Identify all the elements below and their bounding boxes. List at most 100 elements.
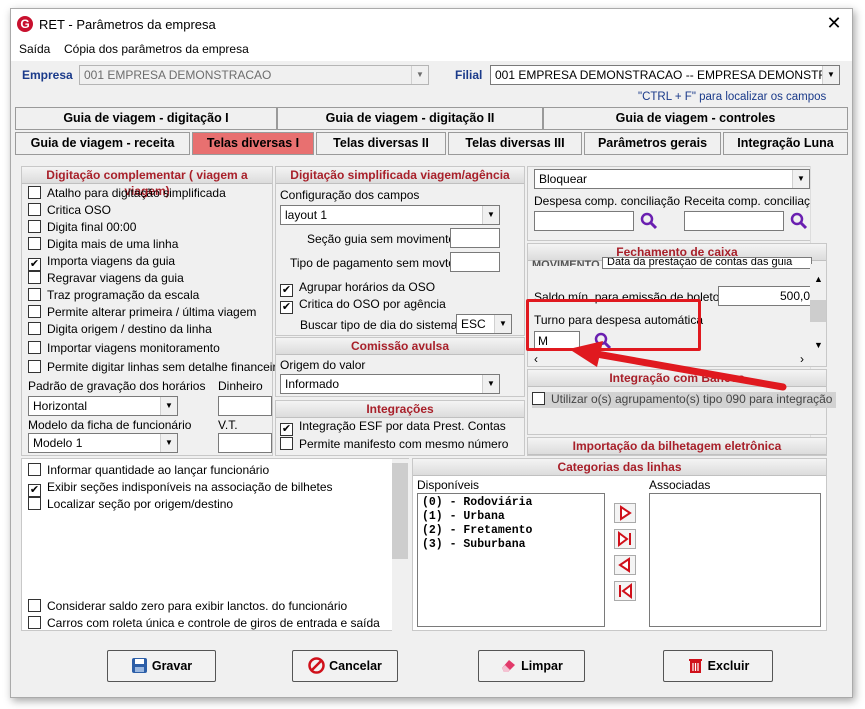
tipo-pagamento-input[interactable] — [450, 252, 500, 272]
checkbox-permite-alterar[interactable]: Permite alterar primeira / última viagem — [28, 305, 256, 321]
hint-text: "CTRL + F" para localizar os campos — [638, 91, 827, 103]
checkbox-origem-destino[interactable]: Digita origem / destino da linha — [28, 322, 212, 338]
gravar-button[interactable]: Gravar — [107, 650, 216, 682]
checkbox-sem-detalhe[interactable]: Permite digitar linhas sem detalhe finan… — [28, 360, 283, 376]
app-logo-icon: G — [17, 16, 33, 32]
opcoes-scrollbar[interactable] — [392, 459, 409, 631]
dinheiro-input[interactable] — [218, 396, 272, 416]
modelo-select[interactable]: Modelo 1 ▼ — [28, 433, 178, 453]
tab-digitacao-1[interactable]: Guia de viagem - digitação I — [15, 107, 277, 130]
menu-bar: Saída Cópia dos parâmetros da empresa — [11, 39, 852, 61]
move-all-right-button[interactable] — [614, 529, 636, 549]
checkbox-localizar-secao[interactable]: Localizar seção por origem/destino — [28, 497, 233, 513]
eraser-icon — [502, 660, 516, 672]
checkbox-icon — [28, 237, 41, 250]
tab-receita[interactable]: Guia de viagem - receita — [15, 132, 190, 155]
movimento-select[interactable]: Data da prestação de contas das guia — [602, 257, 812, 269]
checkbox-icon — [28, 203, 41, 216]
checkbox-icon — [28, 599, 41, 612]
chevron-down-icon: ▼ — [494, 315, 511, 333]
close-icon[interactable]: ✕ — [822, 13, 846, 34]
checkbox-mais-linha[interactable]: Digita mais de uma linha — [28, 237, 178, 253]
empresa-select[interactable]: 001 EMPRESA DEMONSTRACAO ▼ — [79, 65, 429, 85]
config-select[interactable]: layout 1 ▼ — [280, 205, 500, 225]
checkbox-traz-programacao[interactable]: Traz programação da escala — [28, 288, 199, 304]
move-left-button[interactable] — [614, 555, 636, 575]
checkbox-exibir-secoes[interactable]: ✔ Exibir seções indisponíveis na associaç… — [28, 480, 333, 497]
list-item[interactable]: (2) - Fretamento — [422, 524, 600, 538]
despesa-input[interactable] — [534, 211, 634, 231]
panel-title: Digitação complementar ( viagem a viagem… — [22, 167, 272, 198]
checkbox-digita-final[interactable]: Digita final 00:00 — [28, 220, 136, 236]
excluir-button[interactable]: Excluir — [663, 650, 773, 682]
checkbox-critica-oso[interactable]: Critica OSO — [28, 203, 111, 219]
cancelar-button[interactable]: Cancelar — [292, 650, 398, 682]
menu-copia[interactable]: Cópia dos parâmetros da empresa — [64, 42, 249, 56]
cancel-icon — [308, 657, 325, 674]
padrao-label: Padrão de gravação dos horários — [28, 379, 206, 393]
receita-label: Receita comp. conciliação — [684, 194, 824, 208]
associadas-label: Associadas — [649, 478, 711, 492]
search-icon[interactable] — [640, 212, 658, 230]
filial-select[interactable]: 001 EMPRESA DEMONSTRACAO -- EMPRESA DEMO… — [490, 65, 840, 85]
empresa-label: Empresa — [22, 68, 73, 82]
checkbox-agrupar[interactable]: ✔ Agrupar horários da OSO — [280, 280, 435, 297]
trash-icon — [688, 659, 702, 673]
padrao-select[interactable]: Horizontal ▼ — [28, 396, 178, 416]
chevron-down-icon: ▼ — [411, 66, 428, 84]
panel-title: Comissão avulsa — [276, 338, 524, 355]
fechamento-scrollbar[interactable]: ▲ ▼ — [810, 264, 826, 360]
bloquear-select[interactable]: Bloquear ▼ — [534, 169, 810, 189]
chevron-down-icon: ▼ — [482, 206, 499, 224]
secao-input[interactable] — [450, 228, 500, 248]
associadas-list[interactable] — [649, 493, 821, 627]
checkbox-monitoramento[interactable]: Importar viagens monitoramento — [28, 341, 220, 357]
tab-parametros-gerais[interactable]: Parâmetros gerais — [584, 132, 721, 155]
checkbox-manifesto[interactable]: Permite manifesto com mesmo número — [280, 437, 508, 453]
checkmark-icon: ✔ — [280, 301, 293, 314]
receita-input[interactable] — [684, 211, 784, 231]
saldo-input[interactable]: 500,0 — [718, 286, 814, 306]
checkbox-informar-quantidade[interactable]: Informar quantidade ao lançar funcionári… — [28, 463, 269, 479]
panel-title: Integrações — [276, 401, 524, 418]
buscar-select[interactable]: ESC ▼ — [456, 314, 512, 334]
list-item[interactable]: (0) - Rodoviária — [422, 496, 600, 510]
buscar-label: Buscar tipo de dia do sistema: — [300, 318, 461, 332]
move-right-button[interactable] — [614, 503, 636, 523]
checkbox-saldo-zero[interactable]: Considerar saldo zero para exibir lancto… — [28, 599, 347, 615]
menu-saida[interactable]: Saída — [19, 42, 50, 56]
modelo-label: Modelo da ficha de funcionário — [28, 418, 192, 432]
checkbox-critica-agencia[interactable]: ✔ Critica do OSO por agência — [280, 297, 446, 314]
opcoes-panel: Informar quantidade ao lançar funcionári… — [21, 458, 409, 631]
origem-select[interactable]: Informado ▼ — [280, 374, 500, 394]
checkbox-icon — [28, 305, 41, 318]
limpar-button[interactable]: Limpar — [478, 650, 585, 682]
move-all-left-button[interactable] — [614, 581, 636, 601]
checkbox-importa-viagens[interactable]: ✔ Importa viagens da guia — [28, 254, 175, 271]
tab-digitacao-2[interactable]: Guia de viagem - digitação II — [277, 107, 543, 130]
vt-input[interactable] — [218, 433, 272, 453]
integracoes-panel: Integrações ✔ Integração ESF por data Pre… — [275, 400, 525, 456]
list-item[interactable]: (3) - Suburbana — [422, 538, 600, 552]
list-item[interactable]: (1) - Urbana — [422, 510, 600, 524]
importacao-panel: Importação da bilhetagem eletrônica — [527, 437, 827, 456]
tab-telas-diversas-1[interactable]: Telas diversas I — [192, 132, 314, 155]
checkbox-icon — [28, 271, 41, 284]
checkbox-icon — [28, 322, 41, 335]
tab-controles[interactable]: Guia de viagem - controles — [543, 107, 848, 130]
vt-label: V.T. — [218, 418, 238, 432]
checkbox-regravar[interactable]: Regravar viagens da guia — [28, 271, 184, 287]
search-icon[interactable] — [790, 212, 808, 230]
arrow-right-icon — [620, 505, 632, 521]
checkbox-atalho[interactable]: Atalho para digitação simplificada — [28, 186, 226, 202]
conciliacao-panel: Bloquear ▼ Despesa comp. conciliação Rece… — [527, 166, 827, 241]
disponiveis-list[interactable]: (0) - Rodoviária (1) - Urbana (2) - Fret… — [417, 493, 605, 627]
checkbox-integracao-esf[interactable]: ✔ Integração ESF por data Prest. Contas — [280, 419, 506, 436]
checkbox-roleta-unica[interactable]: Carros com roleta única e controle de gi… — [28, 616, 380, 632]
chevron-down-icon: ▼ — [160, 397, 177, 415]
origem-label: Origem do valor — [280, 358, 366, 372]
tab-telas-diversas-2[interactable]: Telas diversas II — [316, 132, 446, 155]
tab-telas-diversas-3[interactable]: Telas diversas III — [448, 132, 582, 155]
tab-integracao-luna[interactable]: Integração Luna — [723, 132, 848, 155]
window-title: RET - Parâmetros da empresa — [39, 17, 216, 32]
